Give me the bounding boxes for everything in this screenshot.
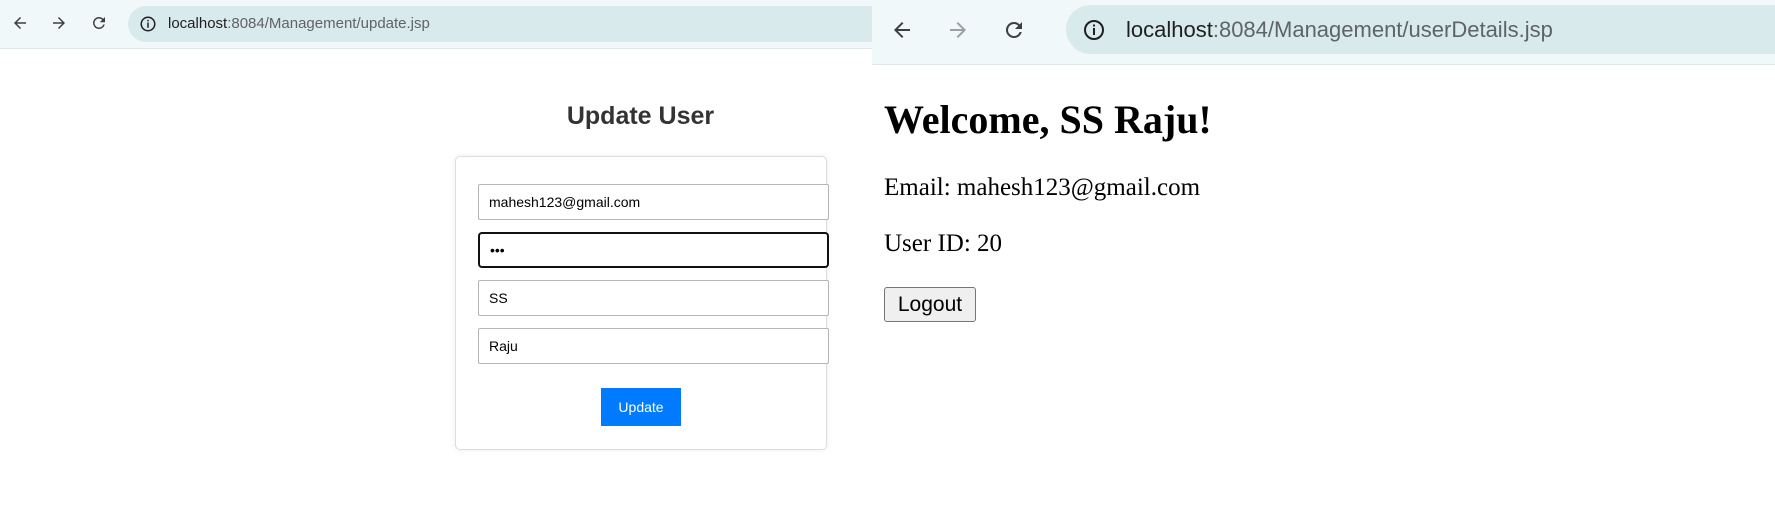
browser-toolbar: localhost:8084/Management/userDetails.js… — [872, 0, 1775, 65]
arrow-right-icon — [942, 14, 974, 46]
info-circle-icon[interactable] — [1082, 18, 1106, 42]
first-name-field[interactable] — [478, 280, 829, 316]
reload-icon[interactable] — [87, 11, 111, 35]
arrow-left-icon[interactable] — [886, 14, 918, 46]
update-browser-window: localhost:8084/Management/update.jsp Upd… — [0, 0, 872, 525]
browser-toolbar: localhost:8084/Management/update.jsp — [0, 0, 872, 49]
info-circle-icon[interactable] — [139, 15, 157, 33]
arrow-left-icon[interactable] — [8, 11, 32, 35]
url-text[interactable]: localhost:8084/Management/update.jsp — [168, 15, 430, 32]
arrow-right-icon[interactable] — [47, 11, 71, 35]
url-text[interactable]: localhost:8084/Management/userDetails.js… — [1126, 17, 1553, 43]
password-field[interactable] — [478, 232, 829, 268]
last-name-field[interactable] — [478, 328, 829, 364]
email-field[interactable] — [478, 184, 829, 220]
address-bar[interactable]: localhost:8084/Management/userDetails.js… — [1066, 5, 1775, 54]
update-button[interactable]: Update — [601, 388, 681, 426]
logout-button[interactable]: Logout — [884, 287, 976, 322]
address-bar[interactable]: localhost:8084/Management/update.jsp — [128, 6, 872, 42]
user-details-browser-window: localhost:8084/Management/userDetails.js… — [872, 0, 1775, 525]
url-path: :8084/Management/update.jsp — [227, 15, 430, 32]
url-path: :8084/Management/userDetails.jsp — [1212, 17, 1553, 42]
user-id-text: User ID: 20 — [884, 230, 1003, 257]
page-title: Update User — [566, 102, 715, 130]
update-user-form: Update — [455, 156, 829, 450]
reload-icon[interactable] — [998, 14, 1030, 46]
welcome-heading: Welcome, SS Raju! — [884, 97, 1212, 142]
screenshot-root: localhost:8084/Management/update.jsp Upd… — [0, 0, 1775, 525]
url-host: localhost — [1126, 17, 1213, 42]
email-text: Email: mahesh123@gmail.com — [884, 174, 1201, 201]
url-host: localhost — [168, 15, 228, 32]
